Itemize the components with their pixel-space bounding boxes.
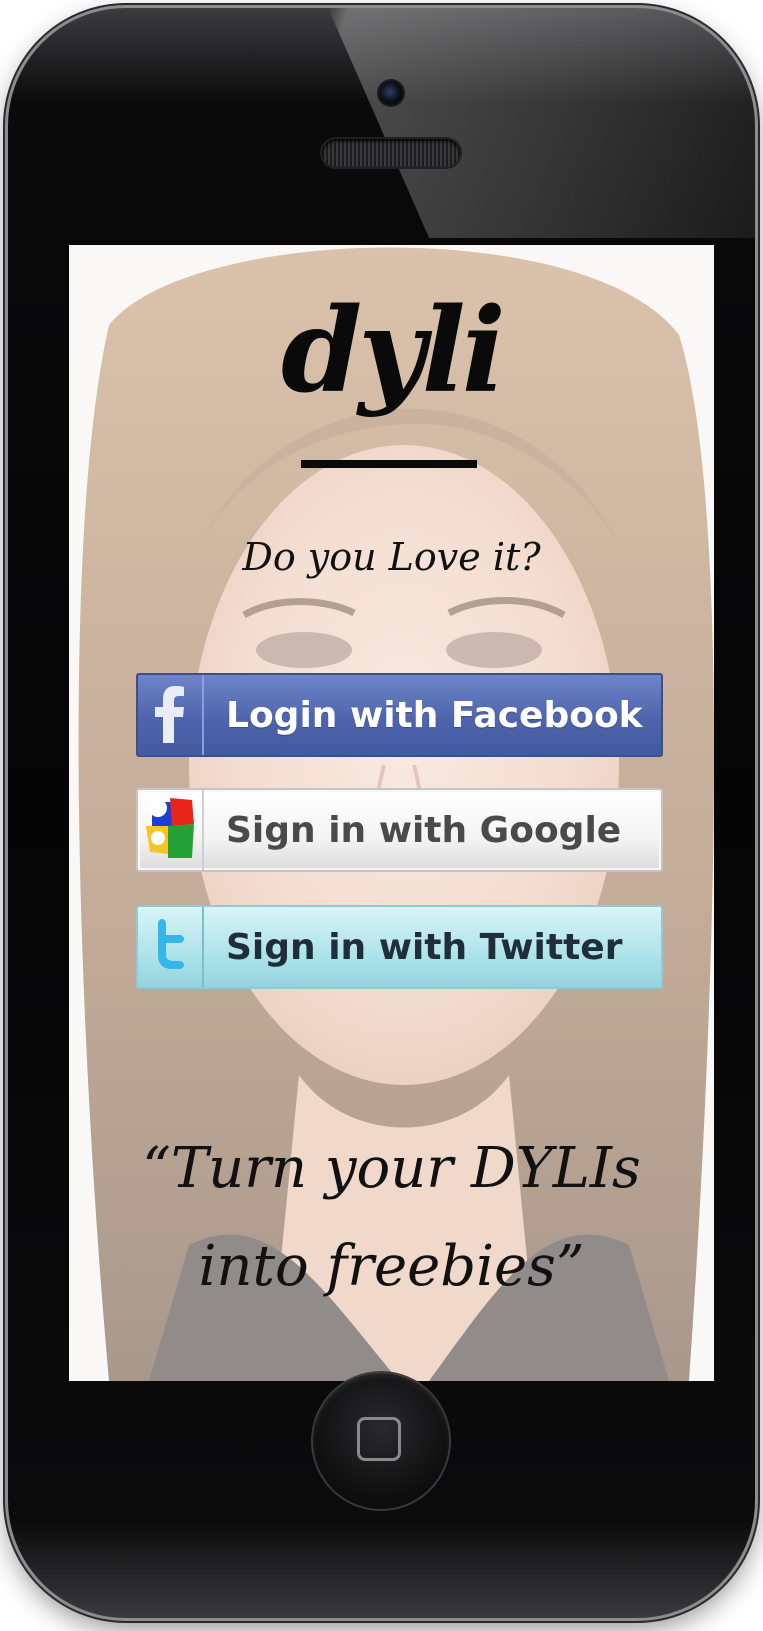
app-logo: dyli xyxy=(281,283,506,419)
earpiece-speaker xyxy=(322,139,460,167)
tagline: Do you Love it? xyxy=(242,535,541,579)
slogan-line-2: into freebies” xyxy=(198,1234,585,1299)
phone-frame: dyli Do you Love it? Login with Facebook xyxy=(8,8,755,1618)
google-icon xyxy=(138,790,204,870)
home-button[interactable] xyxy=(313,1373,449,1509)
google-login-label: Sign in with Google xyxy=(226,809,622,851)
app-screen: dyli Do you Love it? Login with Facebook xyxy=(69,245,714,1381)
google-login-button[interactable]: Sign in with Google xyxy=(136,788,663,872)
facebook-icon xyxy=(138,675,204,755)
front-camera xyxy=(379,81,403,105)
slogan: “Turn your DYLIs into freebies” xyxy=(69,1120,714,1316)
facebook-login-button[interactable]: Login with Facebook xyxy=(136,673,663,757)
screen-glare xyxy=(328,8,755,238)
home-square-icon xyxy=(357,1417,401,1461)
twitter-login-label: Sign in with Twitter xyxy=(226,926,623,968)
slogan-line-1: “Turn your DYLIs xyxy=(142,1136,641,1201)
twitter-login-button[interactable]: Sign in with Twitter xyxy=(136,905,663,989)
twitter-icon xyxy=(138,907,204,987)
logo-underline xyxy=(301,460,477,468)
facebook-login-label: Login with Facebook xyxy=(226,694,643,736)
